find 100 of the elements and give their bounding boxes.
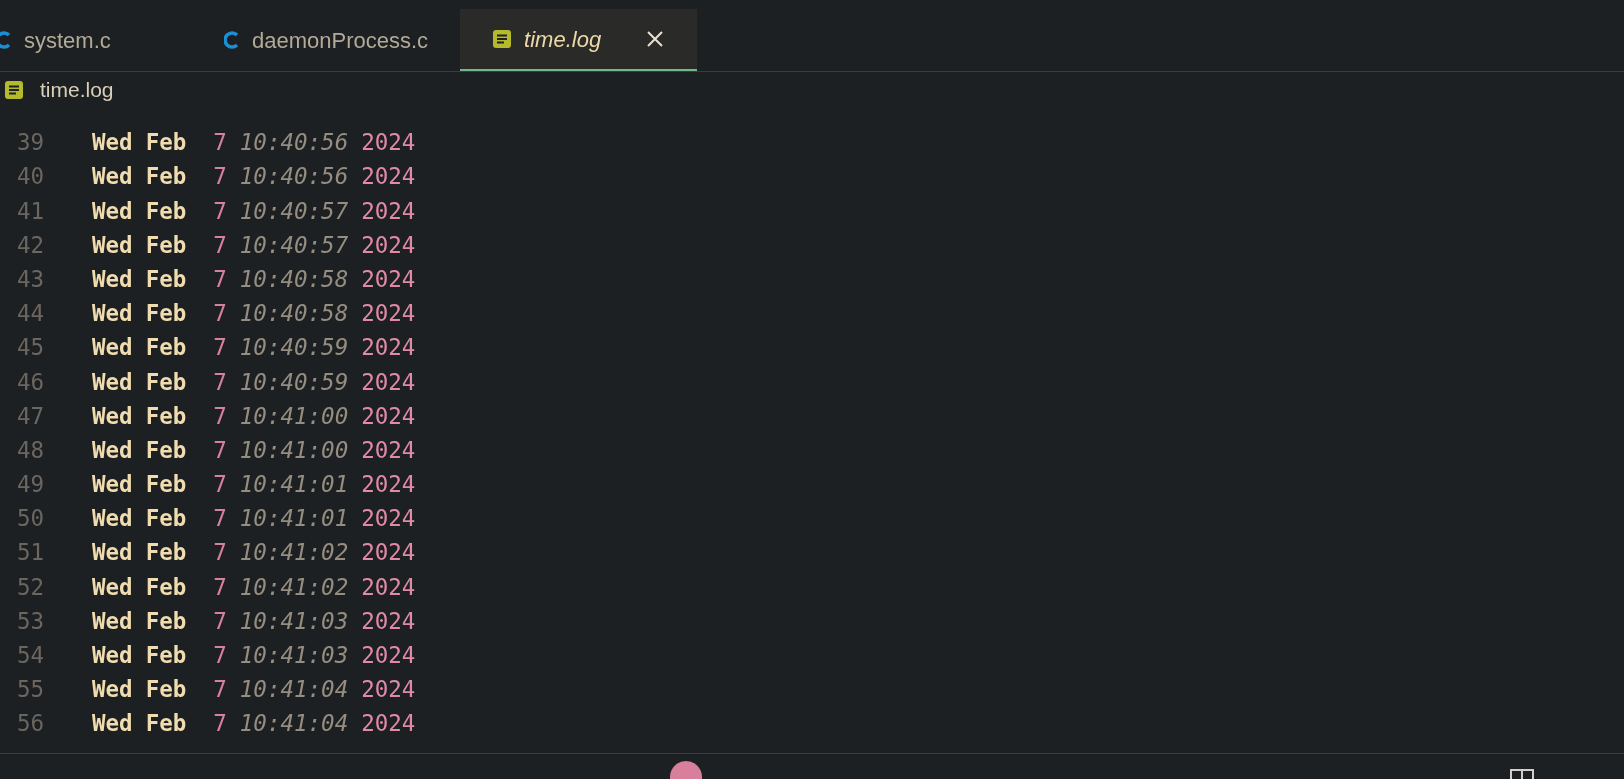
day-text: 7 [213,367,227,397]
line-number: 50 [15,504,44,534]
month-text: Feb [145,709,187,739]
c-file-icon [0,30,12,50]
time-text: 10:40:57 [239,196,349,226]
day-text: 7 [213,230,227,260]
day-text: 7 [213,641,227,671]
tab-label: system.c [24,26,111,55]
line-number: 54 [15,641,44,671]
time-text: 10:41:00 [239,435,349,465]
line-number: 47 [15,401,44,431]
weekday-text: Wed [92,230,133,260]
year-text: 2024 [361,401,416,431]
day-text: 7 [213,264,227,294]
weekday-text: Wed [92,572,133,602]
time-text: 10:41:00 [239,401,349,431]
month-text: Feb [145,401,187,431]
tab-label: time.log [524,25,602,54]
c-file-icon [224,30,240,50]
year-text: 2024 [361,538,416,568]
year-text: 2024 [361,196,416,226]
tab-label: daemonProcess.c [252,26,429,55]
weekday-text: Wed [92,367,133,397]
line-number: 53 [15,606,44,636]
time-text: 10:41:03 [239,606,349,636]
year-text: 2024 [361,128,416,158]
time-text: 10:41:01 [239,470,349,500]
year-text: 2024 [361,264,416,294]
year-text: 2024 [361,675,416,705]
line-number: 44 [15,299,44,329]
document-icon [492,29,513,49]
day-text: 7 [213,470,227,500]
weekday-text: Wed [92,299,133,329]
time-text: 10:40:58 [239,299,349,329]
line-number: 43 [15,264,44,294]
weekday-text: Wed [92,333,133,363]
day-text: 7 [213,299,227,329]
weekday-text: Wed [92,504,133,534]
editor-tab[interactable]: system.c [0,9,192,71]
time-text: 10:40:56 [239,128,349,158]
document-icon [4,80,24,100]
day-text: 7 [213,709,227,739]
line-number: 56 [15,709,44,739]
time-text: 10:41:04 [239,675,349,705]
month-text: Feb [145,299,187,329]
time-text: 10:41:01 [239,504,349,534]
weekday-text: Wed [92,709,133,739]
year-text: 2024 [361,367,416,397]
month-text: Feb [145,606,187,636]
year-text: 2024 [361,572,416,602]
month-text: Feb [145,128,187,158]
year-text: 2024 [361,299,416,329]
line-number: 52 [15,572,44,602]
weekday-text: Wed [92,606,133,636]
year-text: 2024 [361,606,416,636]
line-number: 49 [15,470,44,500]
year-text: 2024 [361,470,416,500]
time-text: 10:41:02 [239,572,349,602]
year-text: 2024 [361,230,416,260]
line-number: 40 [15,162,44,192]
time-text: 10:40:56 [239,162,349,192]
month-text: Feb [145,367,187,397]
weekday-text: Wed [92,196,133,226]
time-text: 10:41:02 [239,538,349,568]
day-text: 7 [213,606,227,636]
time-text: 10:40:59 [239,367,349,397]
day-text: 7 [213,162,227,192]
weekday-text: Wed [92,641,133,671]
line-number: 39 [15,128,44,158]
month-text: Feb [145,504,187,534]
day-text: 7 [213,333,227,363]
time-text: 10:41:04 [239,709,349,739]
year-text: 2024 [361,709,416,739]
month-text: Feb [145,264,187,294]
month-text: Feb [145,470,187,500]
month-text: Feb [145,641,187,671]
layout-icon[interactable] [1510,769,1534,779]
month-text: Feb [145,538,187,568]
weekday-text: Wed [92,675,133,705]
line-number: 51 [15,538,44,568]
year-text: 2024 [361,641,416,671]
weekday-text: Wed [92,264,133,294]
time-text: 10:40:59 [239,333,349,363]
month-text: Feb [145,230,187,260]
month-text: Feb [145,333,187,363]
close-icon[interactable] [645,29,666,49]
year-text: 2024 [361,435,416,465]
weekday-text: Wed [92,435,133,465]
day-text: 7 [213,196,227,226]
weekday-text: Wed [92,538,133,568]
editor-tab[interactable]: time.log [460,9,698,71]
line-number: 55 [15,675,44,705]
day-text: 7 [213,435,227,465]
month-text: Feb [145,162,187,192]
weekday-text: Wed [92,470,133,500]
breadcrumb-item[interactable]: time.log [40,74,114,106]
month-text: Feb [145,435,187,465]
year-text: 2024 [361,333,416,363]
line-number: 46 [15,367,44,397]
editor-tab[interactable]: daemonProcess.c [192,9,461,71]
